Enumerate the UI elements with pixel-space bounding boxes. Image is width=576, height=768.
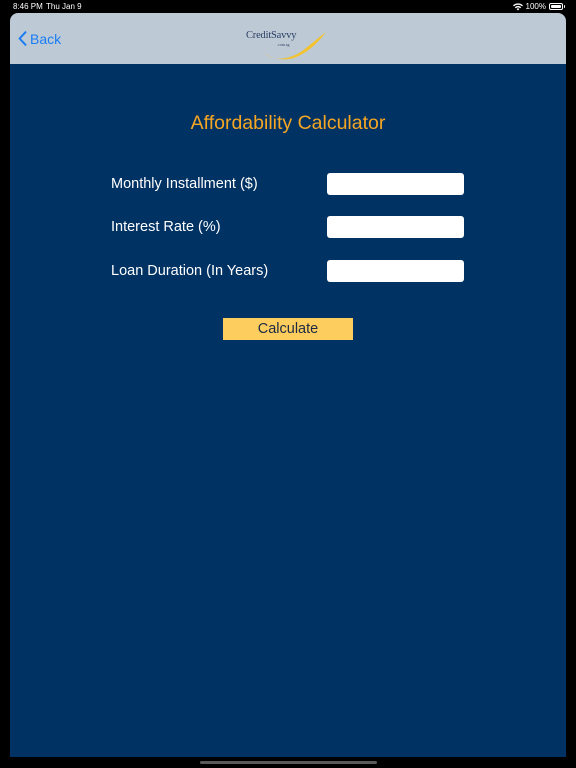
calculate-button[interactable]: Calculate bbox=[223, 318, 353, 340]
chevron-left-icon bbox=[18, 31, 27, 46]
logo-text: CreditSavvy bbox=[246, 30, 297, 41]
monthly-installment-input[interactable] bbox=[327, 173, 464, 195]
page-title: Affordability Calculator bbox=[190, 112, 386, 134]
interest-rate-label: Interest Rate (%) bbox=[111, 219, 221, 235]
status-indicators: 100% bbox=[512, 0, 565, 13]
logo-subtext: .com.sg bbox=[277, 42, 290, 47]
back-label: Back bbox=[30, 30, 62, 47]
calculator-panel: Affordability Calculator Monthly Install… bbox=[10, 64, 566, 757]
navigation-bar: Back CreditSavvy .com.sg bbox=[10, 13, 566, 64]
loan-duration-input[interactable] bbox=[327, 260, 464, 282]
interest-rate-input[interactable] bbox=[327, 216, 464, 238]
status-time: 8:46 PM bbox=[13, 2, 43, 11]
creditsavvy-logo: CreditSavvy .com.sg bbox=[246, 30, 330, 62]
monthly-installment-label: Monthly Installment ($) bbox=[111, 176, 258, 192]
back-button[interactable]: Back bbox=[18, 13, 61, 64]
battery-icon bbox=[549, 3, 565, 10]
app-screen: 8:46 PM Thu Jan 9 100% Back CreditSavvy … bbox=[0, 0, 576, 768]
status-date: Thu Jan 9 bbox=[46, 2, 82, 11]
status-bar: 8:46 PM Thu Jan 9 100% bbox=[0, 0, 576, 13]
loan-duration-label: Loan Duration (In Years) bbox=[111, 263, 269, 279]
battery-percent: 100% bbox=[525, 2, 546, 11]
wifi-icon bbox=[512, 2, 523, 11]
home-indicator[interactable] bbox=[200, 761, 377, 764]
